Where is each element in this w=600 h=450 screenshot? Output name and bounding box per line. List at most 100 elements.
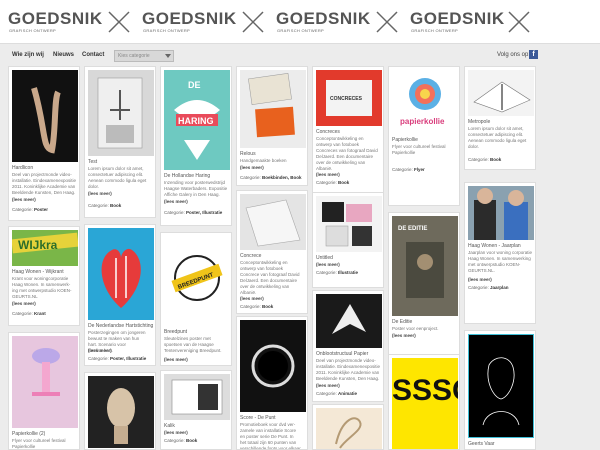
card-category-value[interactable]: Book	[262, 304, 273, 309]
open-book-image	[473, 81, 531, 113]
portfolio-card[interactable]: papierkollie Papierkollie Flyer voor cul…	[388, 66, 460, 206]
portfolio-card[interactable]: DE HARING De Hollandse Haring Inzending v…	[160, 66, 232, 226]
card-description: Poster voor eenproject.	[392, 326, 439, 331]
portfolio-card[interactable]: Score - De Punt Promotieboek voor dvd ve…	[236, 316, 308, 450]
papierkollie-label: papierkollie	[400, 117, 445, 126]
nav-nieuws[interactable]: Nieuws	[53, 52, 74, 58]
card-title: Papierkollie	[392, 137, 418, 143]
card-category-value[interactable]: Book	[490, 157, 501, 162]
card-image	[88, 70, 154, 156]
read-more-link[interactable]: (lees meer)	[88, 348, 112, 353]
card-category-label: Categorie:	[12, 207, 33, 212]
card-category-value[interactable]: Book	[186, 438, 197, 443]
de-editie-label: DE EDITIE	[398, 226, 427, 232]
card-title: Haag Wonen - Jaarplan	[468, 243, 521, 249]
read-more-link[interactable]: (lees meer)	[316, 172, 340, 177]
read-more-link[interactable]: (lees meer)	[164, 430, 188, 435]
portfolio-card[interactable]: Kalik (lees meer) Categorie: Book	[160, 370, 232, 450]
read-more-link[interactable]: (lees meer)	[316, 262, 340, 267]
card-category-value[interactable]: Krant	[34, 311, 46, 316]
portfolio-card[interactable]: Geerts Vaar	[464, 330, 536, 450]
people-photo-image	[474, 188, 528, 240]
card-image	[316, 408, 382, 449]
portfolio-card[interactable]: BREEDPUNT Breedpunt Sleutelzines poster …	[160, 232, 232, 366]
portfolio-card[interactable]	[312, 404, 384, 450]
card-description: Flyer voor cultureel festival Papierkoll…	[12, 438, 66, 449]
card-image	[240, 70, 306, 148]
read-more-link[interactable]: (lees meer)	[240, 165, 264, 170]
card-category: Categorie: Poster	[12, 207, 48, 212]
prints-image	[322, 202, 372, 247]
paper-sculpture-image	[332, 304, 366, 334]
read-more-link[interactable]: (lees meer)	[12, 301, 36, 306]
card-category-value[interactable]: Jaarplan	[490, 285, 509, 290]
card-category: Categorie: Poster, Illustratie	[88, 356, 146, 361]
card-title: Concrece	[240, 253, 262, 259]
read-more-link[interactable]: (lees meer)	[316, 383, 340, 388]
card-image	[88, 376, 154, 448]
portfolio-card[interactable]: Onblootstructuul Papier Deel van project…	[312, 290, 384, 402]
site-header: GOEDSNIK GRAFISCH ONTWERP GOEDSNIK GRAFI…	[0, 0, 600, 44]
card-category-label: Categorie:	[316, 391, 337, 396]
read-more-link[interactable]: (lees meer)	[12, 197, 36, 202]
card-description: Deel van projectmonde video- installatie…	[316, 358, 381, 381]
books-image	[248, 73, 295, 138]
card-category-value[interactable]: Illustratie	[338, 270, 358, 275]
portfolio-card[interactable]: Metropole Lorem ipsum dolor sit amet, co…	[464, 66, 536, 170]
card-description: Lorem ipsum dolor sit amet, consectetuer…	[468, 126, 527, 149]
portfolio-card[interactable]: Untitled (lees meer) Categorie: Illustra…	[312, 192, 384, 288]
badge-poster-image: BREEDPUNT	[171, 255, 223, 301]
nav-wie-zijn-wij[interactable]: Wie zijn wij	[12, 52, 44, 58]
read-more-link[interactable]: (lees meer)	[88, 191, 112, 196]
ring-image	[251, 344, 295, 388]
portfolio-card[interactable]: Papierkollie (2) Flyer voor cultureel fe…	[8, 332, 80, 450]
portfolio-grid: Hardlicon Deel van projectmonde video- i…	[0, 66, 600, 450]
card-category-label: Categorie:	[468, 285, 489, 290]
nav-contact[interactable]: Contact	[82, 52, 104, 58]
portfolio-card[interactable]	[84, 372, 156, 450]
card-category-value[interactable]: Book	[338, 180, 349, 185]
portfolio-card[interactable]: Test Lorem ipsum dolor sit amet, consect…	[84, 66, 156, 218]
portfolio-card[interactable]: SSSOU	[388, 354, 460, 450]
card-title: Papierkollie (2)	[12, 431, 46, 437]
card-image: DE HARING	[164, 70, 230, 170]
cross-icon	[108, 11, 130, 33]
card-category-value[interactable]: Poster, Illustratie	[110, 356, 146, 361]
card-description: Flyer voor cultureel festival Papierkoll…	[392, 144, 446, 155]
card-category-value[interactable]: Poster, Illustratie	[186, 210, 222, 215]
portfolio-card[interactable]: De Nederlandse Hartstichting Posterzegin…	[84, 224, 156, 366]
photo-image	[97, 77, 143, 149]
portfolio-card[interactable]: WIJkra Haag Wonen - Wijkrant Krant voor …	[8, 226, 80, 326]
card-category-value[interactable]: Animatie	[338, 391, 357, 396]
portfolio-card[interactable]: Relous Handgemaakte boeken (lees meer) C…	[236, 66, 308, 186]
card-description: Conceptontwikkeling en ontwerp van fotob…	[316, 136, 378, 171]
read-more-link[interactable]: (lees meer)	[164, 199, 188, 204]
portfolio-card[interactable]: Hardlicon Deel van projectmonde video- i…	[8, 66, 80, 221]
cross-icon	[242, 11, 264, 33]
read-more-link[interactable]: (lees meer)	[468, 277, 492, 282]
card-image: WIJkra	[11, 230, 79, 266]
card-category-value[interactable]: Poster	[34, 207, 48, 212]
card-title: Relous	[240, 151, 256, 157]
fish-poster-image: DE HARING	[174, 80, 220, 160]
category-select[interactable]: Kies categorie	[114, 50, 174, 62]
read-more-link[interactable]: (lees meer)	[164, 357, 188, 362]
portfolio-card[interactable]: Concrece Conceptontwikkeling en ontwerp …	[236, 190, 308, 314]
haring-de-label: DE	[188, 80, 201, 90]
card-description: Krant voor woningcorporatie Haag Wonen. …	[12, 276, 72, 299]
card-category-value[interactable]: Boekbinden, Book	[262, 175, 302, 180]
facebook-icon[interactable]: f	[529, 50, 538, 59]
read-more-link[interactable]: (lees meer)	[240, 296, 264, 301]
card-category-value[interactable]: Book	[110, 203, 121, 208]
book-photo-image	[245, 199, 301, 247]
card-category-value[interactable]: Flyer	[414, 167, 425, 172]
portfolio-card[interactable]: Haag Wonen - Jaarplan Jaarplan voor woni…	[464, 182, 536, 324]
card-category-label: Categorie:	[164, 438, 185, 443]
haring-word-label: HARING	[178, 116, 214, 126]
read-more-link[interactable]: (lees meer)	[392, 333, 416, 338]
peacock-flyer-image: papierkollie	[400, 78, 445, 126]
card-category-label: Categorie:	[88, 356, 109, 361]
card-category-label: Categorie:	[316, 180, 337, 185]
heart-poster-image	[101, 248, 141, 308]
card-category-label: Categorie:	[88, 203, 109, 208]
